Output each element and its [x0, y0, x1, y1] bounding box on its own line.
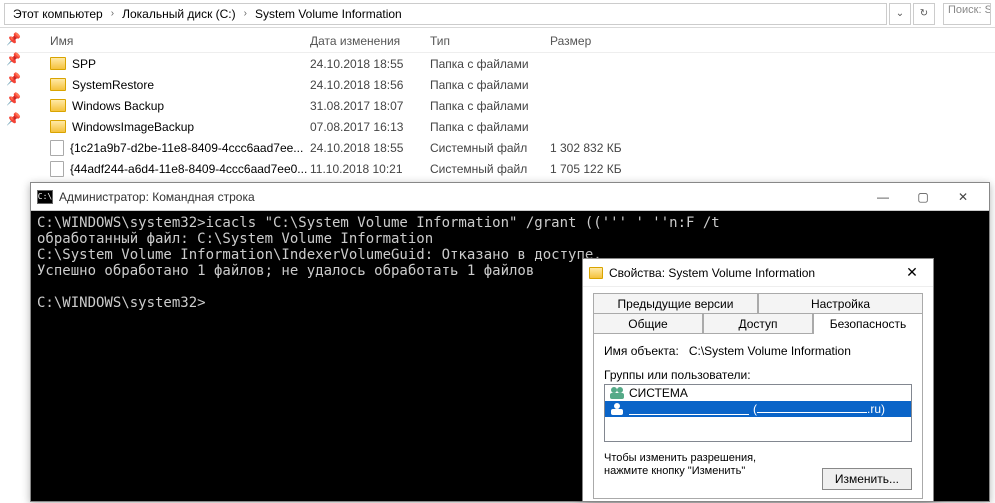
- pin-icon: 📌: [6, 32, 22, 48]
- cmd-title: Администратор: Командная строка: [59, 190, 857, 204]
- permission-note: Чтобы изменить разрешения, нажмите кнопк…: [604, 452, 804, 478]
- folder-icon: [50, 78, 66, 91]
- tab-content-security: Имя объекта: C:\System Volume Informatio…: [593, 333, 923, 499]
- tab-access[interactable]: Доступ: [703, 313, 813, 334]
- group-name: СИСТЕМА: [629, 386, 688, 400]
- file-type: Папка с файлами: [430, 99, 550, 113]
- col-header-size[interactable]: Размер: [550, 34, 670, 48]
- file-date: 24.10.2018 18:55: [310, 57, 430, 71]
- tab-security[interactable]: Безопасность: [813, 313, 923, 334]
- groups-label: Группы или пользователи:: [604, 368, 912, 382]
- folder-icon: [50, 99, 66, 112]
- file-row[interactable]: WindowsImageBackup 07.08.2017 16:13Папка …: [50, 116, 995, 137]
- file-type: Папка с файлами: [430, 78, 550, 92]
- col-header-name[interactable]: Имя: [50, 34, 310, 48]
- tab-previous-versions[interactable]: Предыдущие версии: [593, 293, 758, 314]
- file-name: SystemRestore: [72, 78, 154, 92]
- properties-title: Свойства: System Volume Information: [609, 266, 891, 280]
- crumb-this-pc[interactable]: Этот компьютер: [9, 7, 107, 21]
- properties-titlebar[interactable]: Свойства: System Volume Information ✕: [583, 259, 933, 287]
- breadcrumb[interactable]: Этот компьютер › Локальный диск (C:) › S…: [4, 3, 887, 25]
- groups-list[interactable]: СИСТЕМА (.ru): [604, 384, 912, 442]
- tab-general[interactable]: Общие: [593, 313, 703, 334]
- close-button[interactable]: ✕: [897, 263, 927, 283]
- group-name-redacted: [629, 403, 749, 415]
- file-icon: [50, 140, 64, 156]
- group-item-system[interactable]: СИСТЕМА: [605, 385, 911, 401]
- file-row[interactable]: SystemRestore 24.10.2018 18:56Папка с фай…: [50, 74, 995, 95]
- tab-settings[interactable]: Настройка: [758, 293, 923, 314]
- crumb-drive[interactable]: Локальный диск (C:): [118, 7, 240, 21]
- file-row[interactable]: Windows Backup 31.08.2017 18:07Папка с фа…: [50, 95, 995, 116]
- chevron-right-icon: ›: [107, 8, 118, 19]
- file-type: Системный файл: [430, 162, 550, 176]
- col-header-type[interactable]: Тип: [430, 34, 550, 48]
- folder-icon: [50, 120, 66, 133]
- folder-icon: [589, 267, 603, 279]
- pin-icon: 📌: [6, 52, 22, 68]
- object-name-value: C:\System Volume Information: [689, 344, 851, 358]
- properties-dialog: Свойства: System Volume Information ✕ Пр…: [582, 258, 934, 502]
- users-icon: [609, 386, 625, 400]
- group-item-user[interactable]: (.ru): [605, 401, 911, 417]
- history-dropdown-button[interactable]: ⌄: [889, 3, 911, 25]
- change-button[interactable]: Изменить...: [822, 468, 912, 490]
- file-list: SPP24.10.2018 18:55Папка с файламиSystem…: [0, 53, 995, 179]
- file-size: 1 705 122 КБ: [550, 162, 670, 176]
- file-type: Папка с файлами: [430, 120, 550, 134]
- quick-access-pins: 📌 📌 📌 📌 📌: [0, 28, 28, 132]
- file-date: 31.08.2017 18:07: [310, 99, 430, 113]
- object-name-label: Имя объекта:: [604, 344, 679, 358]
- file-name: WindowsImageBackup: [72, 120, 194, 134]
- file-type: Системный файл: [430, 141, 550, 155]
- file-name: SPP: [72, 57, 96, 71]
- folder-icon: [50, 57, 66, 70]
- pin-icon: 📌: [6, 112, 22, 128]
- maximize-button[interactable]: ▢: [903, 187, 943, 207]
- chevron-right-icon: ›: [240, 8, 251, 19]
- close-button[interactable]: ✕: [943, 187, 983, 207]
- crumb-folder[interactable]: System Volume Information: [251, 7, 406, 21]
- file-name: {44adf244-a6d4-11e8-8409-4ccc6aad7ee0...: [70, 162, 307, 176]
- file-date: 24.10.2018 18:56: [310, 78, 430, 92]
- cmd-titlebar[interactable]: C:\ Администратор: Командная строка — ▢ …: [31, 183, 989, 211]
- cmd-icon: C:\: [37, 190, 53, 204]
- file-type: Папка с файлами: [430, 57, 550, 71]
- file-date: 11.10.2018 10:21: [310, 162, 430, 176]
- file-size: 1 302 832 КБ: [550, 141, 670, 155]
- file-row[interactable]: {1c21a9b7-d2be-11e8-8409-4ccc6aad7ee... 2…: [50, 137, 995, 158]
- file-list-header: Имя Дата изменения Тип Размер: [0, 28, 995, 53]
- file-date: 24.10.2018 18:55: [310, 141, 430, 155]
- pin-icon: 📌: [6, 72, 22, 88]
- col-header-date[interactable]: Дата изменения: [310, 34, 430, 48]
- file-name: Windows Backup: [72, 99, 164, 113]
- file-date: 07.08.2017 16:13: [310, 120, 430, 134]
- file-name: {1c21a9b7-d2be-11e8-8409-4ccc6aad7ee...: [70, 141, 303, 155]
- pin-icon: 📌: [6, 92, 22, 108]
- search-input[interactable]: Поиск: S: [943, 3, 991, 25]
- refresh-button[interactable]: ↻: [913, 3, 935, 25]
- file-row[interactable]: {44adf244-a6d4-11e8-8409-4ccc6aad7ee0...…: [50, 158, 995, 179]
- file-row[interactable]: SPP 24.10.2018 18:55Папка с файлами: [50, 53, 995, 74]
- group-name-suffix: (.ru): [753, 402, 885, 416]
- minimize-button[interactable]: —: [863, 187, 903, 207]
- user-icon: [609, 402, 625, 416]
- file-icon: [50, 161, 64, 177]
